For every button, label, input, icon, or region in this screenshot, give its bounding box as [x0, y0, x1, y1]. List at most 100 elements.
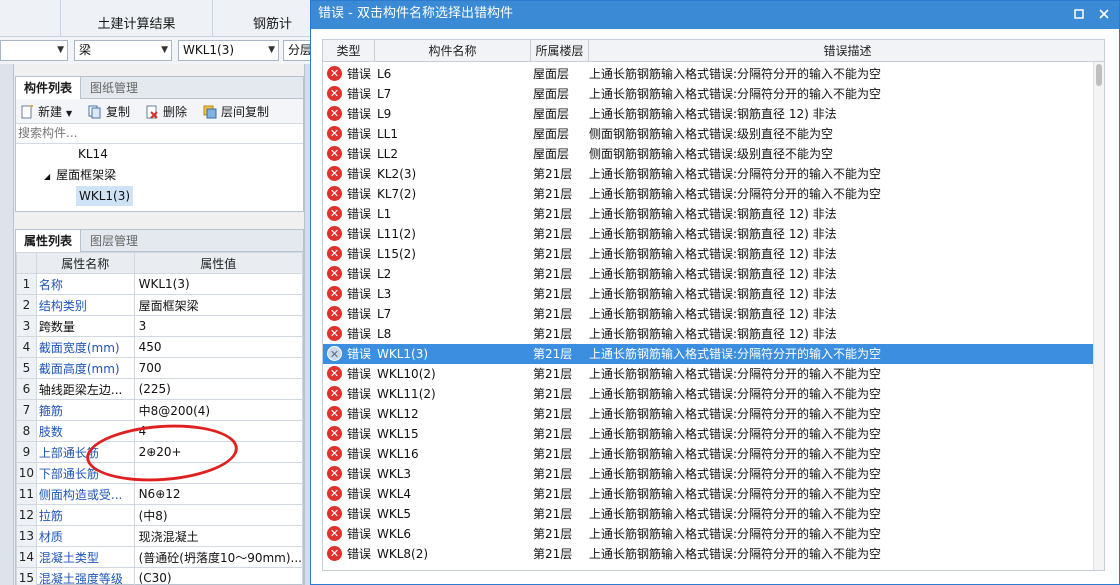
type-select[interactable]: 梁 ▼: [74, 40, 172, 61]
property-value[interactable]: 2⊕20+: [133, 441, 304, 463]
error-component-name[interactable]: WKL5: [377, 504, 527, 524]
error-component-name[interactable]: L6: [377, 64, 527, 84]
property-value[interactable]: 700: [133, 357, 304, 379]
property-value[interactable]: (225): [133, 378, 304, 400]
error-row[interactable]: ✕ 错误 WKL8(2) 第21层 上通长筋钢筋输入格式错误:分隔符分开的输入不能为空: [323, 544, 1095, 564]
tab-civil-results[interactable]: 土建计算结果: [60, 0, 212, 37]
error-row[interactable]: ✕ 错误 L7 屋面层 上通长筋钢筋输入格式错误:分隔符分开的输入不能为空: [323, 84, 1095, 104]
error-component-name[interactable]: L11(2): [377, 224, 527, 244]
scrollbar-thumb[interactable]: [1096, 64, 1102, 86]
property-value[interactable]: 中8@200(4): [133, 399, 304, 421]
vertical-scrollbar[interactable]: [1093, 62, 1104, 570]
tree-item-kl14[interactable]: KL14: [78, 144, 108, 164]
error-row[interactable]: ✕ 错误 L15(2) 第21层 上通长筋钢筋输入格式错误:钢筋直径 12) 非法: [323, 244, 1095, 264]
error-component-name[interactable]: KL7(2): [377, 184, 527, 204]
col-component-name[interactable]: 构件名称: [375, 40, 531, 62]
property-row[interactable]: 2 结构类别 屋面框架梁: [16, 294, 304, 316]
error-row-selected[interactable]: ✕ 错误 WKL1(3) 第21层 上通长筋钢筋输入格式错误:分隔符分开的输入不能为空: [323, 344, 1095, 364]
maximize-icon[interactable]: [1067, 1, 1091, 27]
error-row[interactable]: ✕ 错误 L9 屋面层 上通长筋钢筋输入格式错误:钢筋直径 12) 非法: [323, 104, 1095, 124]
error-component-name[interactable]: L2: [377, 264, 527, 284]
property-row[interactable]: 5 截面高度(mm) 700: [16, 357, 304, 379]
error-component-name[interactable]: L15(2): [377, 244, 527, 264]
close-icon[interactable]: [1092, 1, 1116, 27]
property-row[interactable]: 9 上部通长筋 2⊕20+: [16, 441, 304, 463]
copy-button[interactable]: 复制: [88, 103, 130, 121]
property-value[interactable]: (普通砼(坍落度10～90mm)...: [133, 546, 304, 568]
error-row[interactable]: ✕ 错误 L8 第21层 上通长筋钢筋输入格式错误:钢筋直径 12) 非法: [323, 324, 1095, 344]
component-select[interactable]: WKL1(3) ▼: [178, 40, 279, 61]
error-component-name[interactable]: L9: [377, 104, 527, 124]
error-dialog-titlebar[interactable]: 错误 - 双击构件名称选择出错构件: [311, 1, 1119, 29]
property-row[interactable]: 10 下部通长筋: [16, 462, 304, 484]
property-value[interactable]: 4: [133, 420, 304, 442]
property-row[interactable]: 8 肢数 4: [16, 420, 304, 442]
property-row[interactable]: 12 拉筋 (中8): [16, 504, 304, 526]
property-row[interactable]: 11 侧面构造或受... N6⊕12: [16, 483, 304, 505]
col-error-description[interactable]: 错误描述: [589, 40, 1104, 62]
error-component-name[interactable]: WKL16: [377, 444, 527, 464]
error-row[interactable]: ✕ 错误 WKL4 第21层 上通长筋钢筋输入格式错误:分隔符分开的输入不能为空: [323, 484, 1095, 504]
property-row[interactable]: 13 材质 现浇混凝土: [16, 525, 304, 547]
floor-copy-button[interactable]: 层间复制: [203, 103, 269, 121]
error-row[interactable]: ✕ 错误 L1 第21层 上通长筋钢筋输入格式错误:钢筋直径 12) 非法: [323, 204, 1095, 224]
error-component-name[interactable]: LL2: [377, 144, 527, 164]
tree-item-wkl1[interactable]: WKL1(3): [76, 186, 134, 206]
error-component-name[interactable]: L1: [377, 204, 527, 224]
error-component-name[interactable]: WKL15: [377, 424, 527, 444]
error-row[interactable]: ✕ 错误 L7 第21层 上通长筋钢筋输入格式错误:钢筋直径 12) 非法: [323, 304, 1095, 324]
error-row[interactable]: ✕ 错误 WKL16 第21层 上通长筋钢筋输入格式错误:分隔符分开的输入不能为空: [323, 444, 1095, 464]
error-component-name[interactable]: L7: [377, 84, 527, 104]
collapse-icon[interactable]: ◢: [44, 172, 50, 181]
error-row[interactable]: ✕ 错误 WKL12 第21层 上通长筋钢筋输入格式错误:分隔符分开的输入不能为空: [323, 404, 1095, 424]
error-row[interactable]: ✕ 错误 WKL3 第21层 上通长筋钢筋输入格式错误:分隔符分开的输入不能为空: [323, 464, 1095, 484]
error-row[interactable]: ✕ 错误 WKL5 第21层 上通长筋钢筋输入格式错误:分隔符分开的输入不能为空: [323, 504, 1095, 524]
col-floor[interactable]: 所属楼层: [531, 40, 589, 62]
delete-button[interactable]: 删除: [145, 103, 187, 121]
property-value[interactable]: N6⊕12: [133, 483, 304, 505]
property-value[interactable]: [133, 462, 304, 484]
property-row[interactable]: 6 轴线距梁左边... (225): [16, 378, 304, 400]
property-row[interactable]: 3 跨数量 3: [16, 315, 304, 337]
tree-group-roof-frame-beam[interactable]: ◢ 屋面框架梁: [44, 165, 116, 185]
property-row[interactable]: 7 箍筋 中8@200(4): [16, 399, 304, 421]
error-row[interactable]: ✕ 错误 LL2 屋面层 侧面钢筋钢筋输入格式错误:级别直径不能为空: [323, 144, 1095, 164]
tab-drawing-management[interactable]: 图纸管理: [82, 77, 146, 99]
error-row[interactable]: ✕ 错误 KL2(3) 第21层 上通长筋钢筋输入格式错误:分隔符分开的输入不能为空: [323, 164, 1095, 184]
property-row[interactable]: 15 混凝土强度等级 (C30): [16, 567, 304, 585]
property-value[interactable]: 450: [133, 336, 304, 358]
error-component-name[interactable]: WKL12: [377, 404, 527, 424]
property-value[interactable]: WKL1(3): [133, 273, 304, 295]
error-component-name[interactable]: LL1: [377, 124, 527, 144]
property-value[interactable]: 屋面框架梁: [133, 294, 304, 316]
error-component-name[interactable]: WKL1(3): [377, 344, 527, 364]
property-value[interactable]: 3: [133, 315, 304, 337]
error-row[interactable]: ✕ 错误 WKL11(2) 第21层 上通长筋钢筋输入格式错误:分隔符分开的输入不能为空: [323, 384, 1095, 404]
error-component-name[interactable]: L3: [377, 284, 527, 304]
tab-property-list[interactable]: 属性列表: [16, 230, 82, 252]
property-row[interactable]: 1 名称 WKL1(3): [16, 273, 304, 295]
error-component-name[interactable]: WKL10(2): [377, 364, 527, 384]
tab-component-list[interactable]: 构件列表: [16, 77, 82, 99]
floor-select[interactable]: ▼: [0, 40, 68, 61]
error-component-name[interactable]: WKL8(2): [377, 544, 527, 564]
property-value[interactable]: (C30): [133, 567, 304, 585]
error-row[interactable]: ✕ 错误 L6 屋面层 上通长筋钢筋输入格式错误:分隔符分开的输入不能为空: [323, 64, 1095, 84]
error-component-name[interactable]: KL2(3): [377, 164, 527, 184]
error-row[interactable]: ✕ 错误 WKL10(2) 第21层 上通长筋钢筋输入格式错误:分隔符分开的输入不能为空: [323, 364, 1095, 384]
error-row[interactable]: ✕ 错误 WKL15 第21层 上通长筋钢筋输入格式错误:分隔符分开的输入不能为空: [323, 424, 1095, 444]
error-row[interactable]: ✕ 错误 LL1 屋面层 侧面钢筋钢筋输入格式错误:级别直径不能为空: [323, 124, 1095, 144]
error-row[interactable]: ✕ 错误 L11(2) 第21层 上通长筋钢筋输入格式错误:钢筋直径 12) 非法: [323, 224, 1095, 244]
property-value[interactable]: (中8): [133, 504, 304, 526]
error-component-name[interactable]: L7: [377, 304, 527, 324]
error-component-name[interactable]: WKL11(2): [377, 384, 527, 404]
property-row[interactable]: 4 截面宽度(mm) 450: [16, 336, 304, 358]
component-search-input[interactable]: 搜索构件...: [16, 124, 303, 144]
error-component-name[interactable]: WKL3: [377, 464, 527, 484]
error-component-name[interactable]: L8: [377, 324, 527, 344]
error-row[interactable]: ✕ 错误 KL7(2) 第21层 上通长筋钢筋输入格式错误:分隔符分开的输入不能为空: [323, 184, 1095, 204]
error-component-name[interactable]: WKL6: [377, 524, 527, 544]
col-type[interactable]: 类型: [323, 40, 375, 62]
error-row[interactable]: ✕ 错误 L3 第21层 上通长筋钢筋输入格式错误:钢筋直径 12) 非法: [323, 284, 1095, 304]
error-component-name[interactable]: WKL4: [377, 484, 527, 504]
